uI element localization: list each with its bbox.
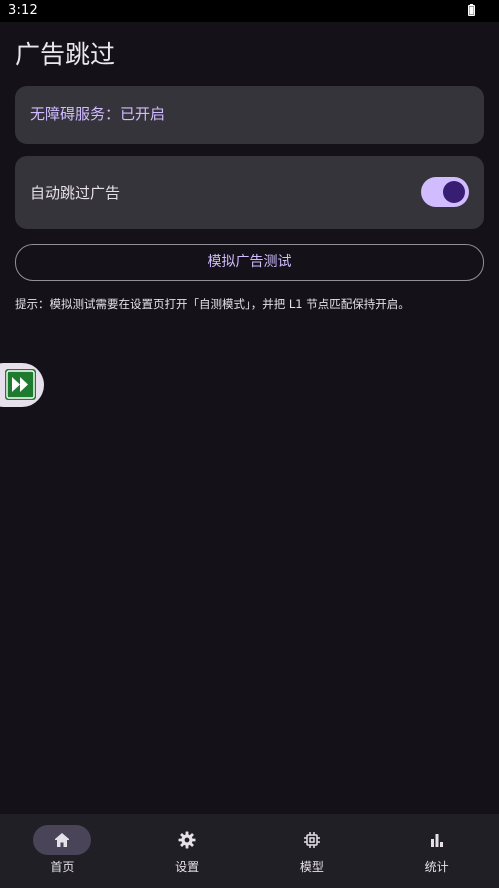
nav-item-home[interactable]: 首页 (0, 814, 125, 888)
status-time: 3:12 (8, 3, 38, 18)
nav-item-settings[interactable]: 设置 (125, 814, 250, 888)
gear-icon (178, 831, 196, 849)
nav-label-settings: 设置 (175, 860, 200, 874)
app-screen: 3:12 广告跳过 无障碍服务：已开启 自动跳过广告 模拟广告测试 提示：模拟测… (0, 0, 499, 888)
hint-text: 提示：模拟测试需要在设置页打开「自测模式」，并把 L1 节点匹配保持开启。 (15, 297, 410, 311)
nav-item-stats[interactable]: 统计 (374, 814, 499, 888)
nav-label-model: 模型 (299, 860, 324, 874)
simulate-ad-test-button[interactable]: 模拟广告测试 (15, 244, 484, 281)
bar-chart-icon (430, 834, 443, 847)
page-title: 广告跳过 (15, 40, 116, 69)
floating-skip-button[interactable] (0, 363, 44, 407)
nav-label-stats: 统计 (424, 860, 449, 874)
status-bar: 3:12 (0, 0, 499, 22)
nav-label-home: 首页 (50, 860, 75, 874)
accessibility-service-card: 无障碍服务：已开启 (15, 86, 484, 144)
auto-skip-toggle[interactable] (421, 177, 469, 207)
home-icon (55, 833, 70, 847)
bottom-navigation: 首页 设置 模型 统计 (0, 814, 499, 888)
toggle-thumb (443, 181, 465, 203)
accessibility-service-status: 无障碍服务：已开启 (30, 105, 166, 123)
nav-item-model[interactable]: 模型 (250, 814, 375, 888)
chip-icon (303, 832, 320, 848)
battery-icon (468, 4, 475, 16)
auto-skip-card: 自动跳过广告 (15, 156, 484, 229)
fast-forward-icon (5, 369, 36, 400)
auto-skip-label: 自动跳过广告 (30, 184, 121, 202)
